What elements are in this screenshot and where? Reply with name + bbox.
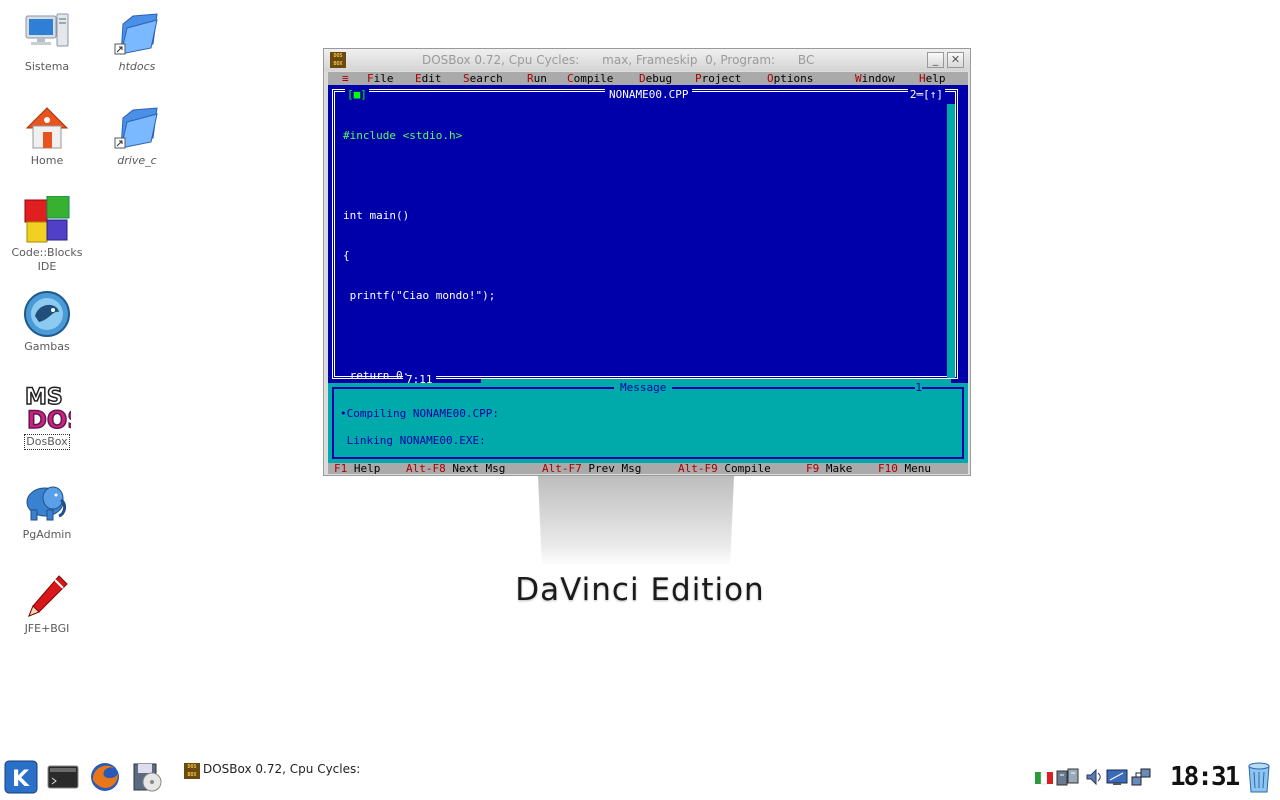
desktop-icon-label: Home — [30, 154, 64, 167]
desktop-icon-drive-c[interactable]: drive_c — [97, 104, 177, 168]
home-icon — [23, 104, 71, 152]
taskbar-task-title: DOSBox 0.72, Cpu Cycles: — [203, 762, 361, 776]
fkey-prev-msg[interactable]: Alt-F7 Prev Msg — [542, 463, 641, 474]
desktop-icon-htdocs[interactable]: htdocs — [97, 10, 177, 74]
close-button[interactable]: ✕ — [947, 52, 964, 68]
code-line: { — [343, 249, 350, 262]
desktop-icon-label: Sistema — [24, 60, 70, 73]
ide-menu-compile[interactable]: Compile — [567, 72, 613, 85]
terminal-icon[interactable] — [46, 760, 82, 796]
ide-menu-options[interactable]: Options — [767, 72, 813, 85]
fkey-help[interactable]: F1 Help — [334, 463, 380, 474]
desktop-icon-label: drive_c — [117, 154, 157, 167]
msdos-icon: MS DOS — [23, 384, 85, 435]
minimize-button[interactable]: _ — [927, 52, 944, 68]
desktop-icon-label: JFE+BGI — [24, 622, 70, 635]
trash-icon[interactable] — [1242, 760, 1278, 796]
computer-icon — [23, 10, 71, 58]
italy-flag-icon[interactable] — [1034, 767, 1054, 787]
ide-menubar: ≡ File Edit Search Run Compile Debug Pro… — [328, 72, 968, 85]
dos-screen[interactable]: ≡ File Edit Search Run Compile Debug Pro… — [328, 72, 968, 474]
desktop-icon-label: Code::Blocks IDE — [11, 246, 83, 273]
ide-menu-system[interactable]: ≡ — [342, 72, 349, 85]
code-line: printf("Ciao mondo!"); — [343, 289, 496, 302]
code-line: #include <stdio.h> — [343, 129, 463, 142]
message-lines: •Compiling NONAME00.CPP: Linking NONAME0… — [340, 391, 499, 463]
fkey-compile[interactable]: Alt-F9 Compile — [678, 463, 771, 474]
desktop-icon-gambas[interactable]: Gambas — [7, 290, 87, 354]
ide-menu-project[interactable]: Project — [695, 72, 741, 85]
window-titlebar[interactable]: DOS BOX DOSBox 0.72, Cpu Cycles: max, Fr… — [324, 49, 970, 71]
wallpaper-monitor-graphic — [538, 476, 734, 566]
taskbar-task-dosbox[interactable]: DOS BOX DOSBox 0.72, Cpu Cycles: — [184, 759, 360, 779]
clock[interactable]: 18:31 — [1170, 762, 1240, 792]
desktop-icon-label: PgAdmin — [22, 528, 72, 541]
desktop-icon-codeblocks[interactable]: Code::Blocks IDE — [7, 195, 87, 274]
editor-frame: [■] NONAME00.CPP 2═[↑] #include <stdio.h… — [332, 89, 958, 422]
network-icon[interactable] — [1056, 767, 1079, 787]
network-connection-icon[interactable] — [1130, 767, 1151, 787]
desktop-icon-sistema[interactable]: Sistema — [7, 10, 87, 74]
desktop-icon-label: Gambas — [24, 340, 70, 353]
kde-menu-icon[interactable]: K — [4, 760, 40, 796]
dosbox-window[interactable]: DOS BOX DOSBox 0.72, Cpu Cycles: max, Fr… — [323, 48, 971, 476]
display-icon[interactable] — [1106, 767, 1128, 787]
message-frame: Message 1 •Compiling NONAME00.CPP: Linki… — [332, 382, 964, 459]
window-title: DOSBox 0.72, Cpu Cycles: max, Frameskip … — [422, 53, 815, 67]
message-line: •Compiling NONAME00.CPP: — [340, 407, 499, 420]
dosbox-app-icon: DOS BOX — [330, 52, 346, 68]
wallpaper-caption: DaVinci Edition — [515, 572, 765, 608]
gambas-icon — [23, 290, 71, 338]
desktop-icon-label: htdocs — [118, 60, 156, 73]
ide-menu-file[interactable]: File — [367, 72, 394, 85]
ide-menu-run[interactable]: Run — [527, 72, 547, 85]
editor-window-number[interactable]: 2═[↑] — [907, 89, 945, 100]
ide-menu-edit[interactable]: Edit — [415, 72, 442, 85]
message-window-title: Message — [614, 382, 673, 393]
function-key-bar: F1 Help Alt-F8 Next Msg Alt-F7 Prev Msg … — [328, 463, 968, 474]
folder-link-icon — [113, 104, 161, 152]
desktop-icon-label: DosBox — [24, 434, 70, 450]
svg-text:DOS: DOS — [27, 406, 71, 432]
folder-link-icon — [113, 10, 161, 58]
disk-install-icon[interactable] — [130, 760, 166, 796]
elephant-icon — [23, 478, 71, 526]
message-window-number: 1 — [915, 381, 922, 394]
firefox-icon[interactable] — [88, 760, 124, 796]
ide-menu-debug[interactable]: Debug — [639, 72, 672, 85]
message-window[interactable]: Message 1 •Compiling NONAME00.CPP: Linki… — [328, 382, 968, 463]
fkey-next-msg[interactable]: Alt-F8 Next Msg — [406, 463, 505, 474]
volume-icon[interactable] — [1084, 767, 1104, 787]
dosbox-app-icon: DOS BOX — [184, 763, 200, 779]
editor-vertical-scrollbar[interactable] — [947, 104, 955, 378]
fkey-make[interactable]: F9 Make — [806, 463, 852, 474]
ide-menu-search[interactable]: Search — [463, 72, 503, 85]
fkey-menu[interactable]: F10 Menu — [878, 463, 931, 474]
editor-window[interactable]: [■] NONAME00.CPP 2═[↑] #include <stdio.h… — [328, 85, 968, 422]
desktop-icon-home[interactable]: Home — [7, 104, 87, 168]
desktop-icon-dosbox[interactable]: MS DOS DosBox — [7, 384, 87, 450]
code-line: int main() — [343, 209, 410, 222]
desktop-icon-pgadmin[interactable]: PgAdmin — [7, 478, 87, 542]
ide-menu-window[interactable]: Window — [855, 72, 895, 85]
taskbar: K DOS BOX DOSBox 0.72, Cpu Cycles: 18:31 — [0, 757, 1280, 800]
codeblocks-icon — [23, 195, 71, 244]
ide-menu-help[interactable]: Help — [919, 72, 946, 85]
editor-filename: NONAME00.CPP — [605, 89, 693, 100]
svg-text:K: K — [12, 767, 30, 792]
message-line: Linking NONAME00.EXE: — [340, 434, 486, 447]
